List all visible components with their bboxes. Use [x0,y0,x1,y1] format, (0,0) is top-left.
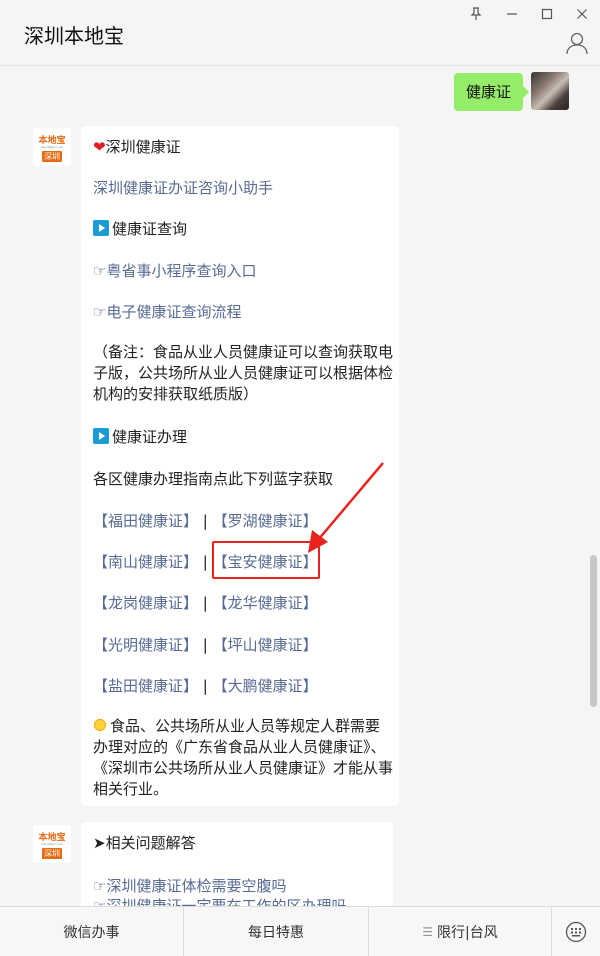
avatar-site-text: bendibao.com [41,145,63,148]
query-link-yueshengshi[interactable]: ☞粤省事小程序查询入口 [93,260,256,281]
query-heading: 健康证查询 [93,218,187,239]
link-pingshan[interactable]: 【坪山健康证】 [213,636,318,654]
submenu-icon: ☰ [422,925,434,939]
menu-item-traffic-typhoon[interactable]: ☰ 限行|台风 [369,907,552,956]
avatar-site-text: bendibao.com [41,842,63,845]
separator: | [202,594,208,612]
link-futian[interactable]: 【福田健康证】 [93,512,198,530]
section-title: ❤深圳健康证 [93,138,181,156]
play-icon [93,428,109,444]
title-bar: 深圳本地宝 [0,0,600,66]
separator: | [202,636,208,654]
avatar-city-badge: 深圳 [42,151,62,162]
handle-heading: 健康证办理 [93,426,187,447]
query-link-electronic[interactable]: ☞电子健康证查询流程 [93,301,241,322]
menu-item-daily-deals[interactable]: 每日特惠 [184,907,369,956]
link-longgang[interactable]: 【龙岗健康证】 [93,594,198,612]
keyboard-icon[interactable] [552,907,600,956]
scrollbar-thumb[interactable] [590,555,597,707]
bottom-menu-bar: 微信办事 每日特惠 ☰ 限行|台风 [0,906,600,956]
faq-link-fasting[interactable]: ☞深圳健康证体检需要空腹吗 [93,875,286,896]
separator: | [202,553,208,571]
district-row: 【福田健康证】 | 【罗湖健康证】 [93,510,318,531]
sun-icon [93,718,107,732]
assistant-link[interactable]: 深圳健康证办证咨询小助手 [93,177,273,198]
handle-intro: 各区健康办理指南点此下列蓝字获取 [93,470,334,488]
district-row: 【龙岗健康证】 | 【龙华健康证】 [93,592,318,613]
pin-icon[interactable] [462,4,490,24]
district-row: 【光明健康证】 | 【坪山健康证】 [93,634,318,655]
scrollbar-track[interactable] [589,68,597,906]
link-dapeng[interactable]: 【大鹏健康证】 [213,677,318,695]
link-nanshan[interactable]: 【南山健康证】 [93,553,198,571]
user-profile-icon[interactable] [564,30,590,56]
sent-message-bubble[interactable]: 健康证 [454,73,530,111]
reply-message-card: ❤深圳健康证 深圳健康证办证咨询小助手 健康证查询 ☞粤省事小程序查询入口 ☞电… [81,126,399,806]
bot-avatar[interactable]: 本地宝 bendibao.com 深圳 [33,128,71,166]
footer-note: 食品、公共场所从业人员等规定人群需要办理对应的《广东省食品从业人员健康证》、《深… [93,717,394,798]
self-avatar[interactable] [531,72,569,110]
bot-avatar[interactable]: 本地宝 bendibao.com 深圳 [33,825,71,863]
link-yantian[interactable]: 【盐田健康证】 [93,677,198,695]
menu-item-wechat-services[interactable]: 微信办事 [0,907,184,956]
maximize-icon[interactable] [533,4,561,24]
link-luohu[interactable]: 【罗湖健康证】 [213,512,318,530]
faq-heading: ➤相关问题解答 [93,834,196,852]
link-guangming[interactable]: 【光明健康证】 [93,636,198,654]
note-text: （备注：食品从业人员健康证可以查询获取电子版，公共场所从业人员健康证可以根据体检… [93,343,394,403]
close-icon[interactable] [568,4,596,24]
heart-icon: ❤ [93,138,106,156]
district-row: 【盐田健康证】 | 【大鹏健康证】 [93,675,318,696]
link-longhua[interactable]: 【龙华健康证】 [213,594,318,612]
minimize-icon[interactable] [498,4,526,24]
separator: | [202,677,208,695]
play-icon [93,220,109,236]
avatar-city-badge: 深圳 [42,848,62,859]
chat-title: 深圳本地宝 [24,24,124,48]
separator: | [202,512,208,530]
highlight-box [212,541,320,579]
